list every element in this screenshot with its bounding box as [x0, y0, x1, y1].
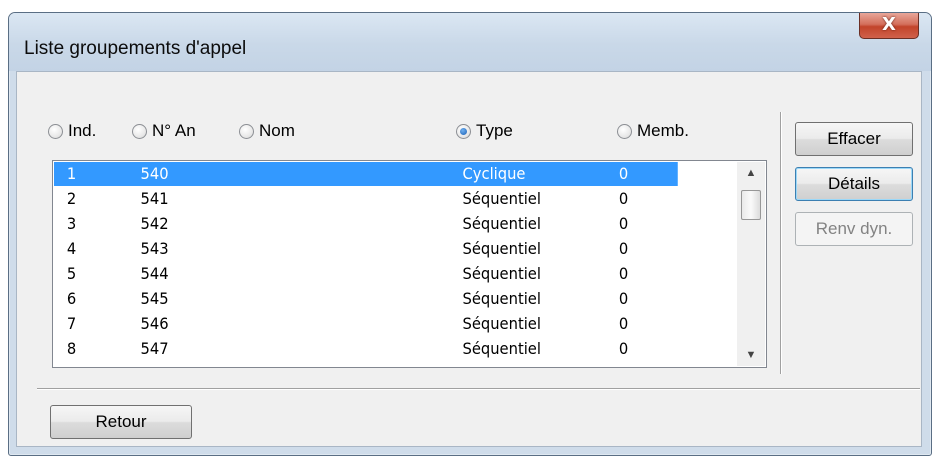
groups-listbox[interactable]: 1 540 Cyclique 0 2 541 Séquentiel 0 3 54…: [52, 160, 767, 368]
renv-dyn-button[interactable]: Renv dyn.: [795, 212, 913, 246]
row-members: 0: [618, 289, 629, 308]
retour-button[interactable]: Retour: [50, 405, 192, 439]
row-members: 0: [618, 339, 629, 358]
sort-radio-type[interactable]: Type: [456, 119, 513, 143]
radio-label: Type: [476, 121, 513, 140]
radio-circle-checked: [456, 123, 471, 139]
list-row[interactable]: 4 543 Séquentiel 0: [54, 237, 678, 261]
row-type: Séquentiel: [462, 339, 541, 358]
row-index: 3: [66, 214, 77, 233]
dialog-client-area: Ind. N° An Nom Type Memb. 1 540 Cyclique…: [16, 71, 922, 447]
list-scrollbar[interactable]: ▲ ▼: [737, 162, 765, 366]
row-type: Cyclique: [462, 164, 526, 183]
row-members: 0: [618, 164, 629, 183]
list-row[interactable]: 3 542 Séquentiel 0: [54, 212, 678, 236]
sort-radio-memb[interactable]: Memb.: [617, 119, 689, 143]
row-number: 547: [140, 339, 169, 358]
list-row[interactable]: 7 546 Séquentiel 0: [54, 312, 678, 336]
close-icon: X: [882, 14, 896, 35]
scroll-up-arrow-icon[interactable]: ▲: [737, 162, 765, 184]
details-button[interactable]: Détails: [795, 167, 913, 201]
row-number: 541: [140, 189, 169, 208]
scroll-down-arrow-icon[interactable]: ▼: [737, 344, 765, 366]
list-row[interactable]: 2 541 Séquentiel 0: [54, 187, 678, 211]
list-row[interactable]: 5 544 Séquentiel 0: [54, 262, 678, 286]
row-index: 5: [66, 264, 77, 283]
radio-circle: [132, 123, 147, 139]
radio-label: Ind.: [68, 121, 97, 140]
effacer-button[interactable]: Effacer: [795, 122, 913, 156]
scrollbar-thumb[interactable]: [741, 190, 761, 220]
sort-radio-ind[interactable]: Ind.: [48, 119, 96, 143]
row-number: 540: [140, 164, 169, 183]
row-index: 4: [66, 239, 77, 258]
row-type: Séquentiel: [462, 314, 541, 333]
radio-circle: [617, 123, 632, 139]
row-type: Séquentiel: [462, 239, 541, 258]
sort-radio-num-an[interactable]: N° An: [132, 119, 196, 143]
row-index: 8: [66, 339, 77, 358]
row-number: 544: [140, 264, 169, 283]
row-type: Séquentiel: [462, 264, 541, 283]
row-number: 546: [140, 314, 169, 333]
row-members: 0: [618, 264, 629, 283]
dialog-window: Liste groupements d'appel X Ind. N° An N…: [8, 12, 932, 456]
row-type: Séquentiel: [462, 289, 541, 308]
row-number: 542: [140, 214, 169, 233]
window-title: Liste groupements d'appel: [24, 38, 247, 59]
radio-label: Nom: [259, 121, 295, 140]
row-index: 1: [66, 164, 77, 183]
radio-label: Memb.: [637, 121, 689, 140]
row-index: 7: [66, 314, 77, 333]
list-row[interactable]: 6 545 Séquentiel 0: [54, 287, 678, 311]
vertical-separator: [780, 112, 782, 374]
row-type: Séquentiel: [462, 214, 541, 233]
list-row[interactable]: 1 540 Cyclique 0: [54, 162, 678, 186]
row-members: 0: [618, 189, 629, 208]
title-bar[interactable]: Liste groupements d'appel X: [9, 13, 931, 71]
radio-circle: [239, 123, 254, 139]
row-number: 545: [140, 289, 169, 308]
row-type: Séquentiel: [462, 189, 541, 208]
row-number: 543: [140, 239, 169, 258]
horizontal-separator: [37, 388, 920, 390]
row-index: 6: [66, 289, 77, 308]
list-row[interactable]: 8 547 Séquentiel 0: [54, 337, 678, 361]
row-members: 0: [618, 314, 629, 333]
sort-radio-nom[interactable]: Nom: [239, 119, 295, 143]
row-index: 2: [66, 189, 77, 208]
radio-circle: [48, 123, 63, 139]
row-members: 0: [618, 239, 629, 258]
radio-label: N° An: [152, 121, 196, 140]
row-members: 0: [618, 214, 629, 233]
close-button[interactable]: X: [859, 13, 919, 39]
